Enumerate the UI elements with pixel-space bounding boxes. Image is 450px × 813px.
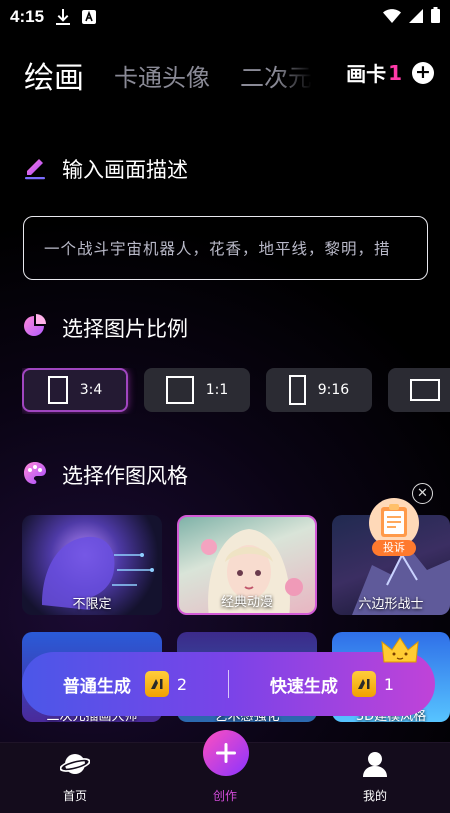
ratio-options: 3:4 1:1 9:16: [22, 368, 450, 414]
status-bar: 4:15: [0, 0, 450, 34]
user-icon: [361, 750, 389, 781]
battery-icon: [431, 7, 440, 27]
create-plus-button[interactable]: [203, 730, 249, 776]
ratio-option-9-16[interactable]: 9:16: [266, 368, 372, 412]
report-label: 投诉: [372, 540, 416, 556]
tab-cartoon-avatar[interactable]: 卡通头像: [114, 58, 210, 93]
style-label: 不限定: [72, 597, 112, 612]
style-label: 经典动漫: [220, 595, 273, 610]
tab-painting[interactable]: 绘画: [24, 53, 84, 103]
wifi-icon: [383, 8, 401, 27]
card-count-value: 1: [388, 60, 402, 85]
ratio-option-3-4[interactable]: 3:4: [22, 368, 128, 412]
style-card-unlimited[interactable]: 不限定: [22, 515, 162, 615]
nav-home[interactable]: 首页: [0, 743, 150, 813]
landscape-frame-icon: [410, 379, 440, 401]
crown-icon: [380, 636, 420, 670]
style-section-header: 选择作图风格: [22, 460, 188, 490]
tab-anime[interactable]: 二次元: [240, 58, 312, 93]
generate-bar: 普通生成 2 快速生成 1: [22, 652, 435, 716]
card-count-label: 画卡: [346, 62, 387, 86]
status-time: 4:15: [10, 7, 45, 26]
nav-mine-label: 我的: [362, 789, 387, 803]
prompt-section-header: 输入画面描述: [22, 154, 188, 184]
card-count[interactable]: 画卡 1 +: [338, 58, 434, 87]
pie-chart-icon: [22, 313, 48, 343]
palette-icon: [22, 460, 48, 490]
style-label: 六边形战士: [358, 597, 424, 612]
normal-generate-cost: 2: [176, 674, 188, 694]
tall-frame-icon: [288, 375, 306, 405]
ai-badge-icon: [144, 671, 169, 697]
ratio-label: 1:1: [205, 382, 229, 398]
app-notification-icon: [82, 10, 97, 24]
fast-generate-cost: 1: [383, 674, 395, 694]
ratio-section-title: 选择图片比例: [62, 317, 188, 341]
download-icon: [56, 9, 71, 25]
normal-generate-label: 普通生成: [62, 676, 131, 697]
plus-icon: [216, 743, 236, 763]
prompt-text: 一个战斗宇宙机器人，花香，地平线，黎明，措: [44, 240, 391, 258]
ratio-label: 3:4: [79, 382, 103, 398]
ratio-label: 9:16: [317, 382, 350, 398]
fast-generate-button[interactable]: 快速生成 1: [229, 671, 435, 697]
prompt-input[interactable]: 一个战斗宇宙机器人，花香，地平线，黎明，措: [23, 216, 428, 280]
normal-generate-button[interactable]: 普通生成 2: [22, 671, 228, 697]
pencil-icon: [22, 154, 48, 184]
nav-home-label: 首页: [62, 789, 87, 803]
report-button[interactable]: 投诉: [365, 498, 423, 558]
ratio-option-more[interactable]: [388, 368, 450, 412]
square-frame-icon: [165, 376, 194, 404]
signal-icon: [409, 8, 423, 27]
ai-badge-icon: [351, 671, 376, 697]
prompt-section-title: 输入画面描述: [62, 158, 188, 182]
ratio-option-1-1[interactable]: 1:1: [144, 368, 250, 412]
nav-mine[interactable]: 我的: [300, 743, 450, 813]
fast-generate-label: 快速生成: [269, 676, 338, 697]
ratio-section-header: 选择图片比例: [22, 313, 188, 343]
style-section-title: 选择作图风格: [62, 464, 188, 488]
add-card-icon[interactable]: +: [412, 61, 434, 84]
nav-create-label: 创作: [212, 789, 237, 803]
planet-icon: [59, 750, 91, 781]
style-card-classic-anime[interactable]: 经典动漫: [177, 515, 317, 615]
portrait-frame-icon: [47, 376, 68, 404]
